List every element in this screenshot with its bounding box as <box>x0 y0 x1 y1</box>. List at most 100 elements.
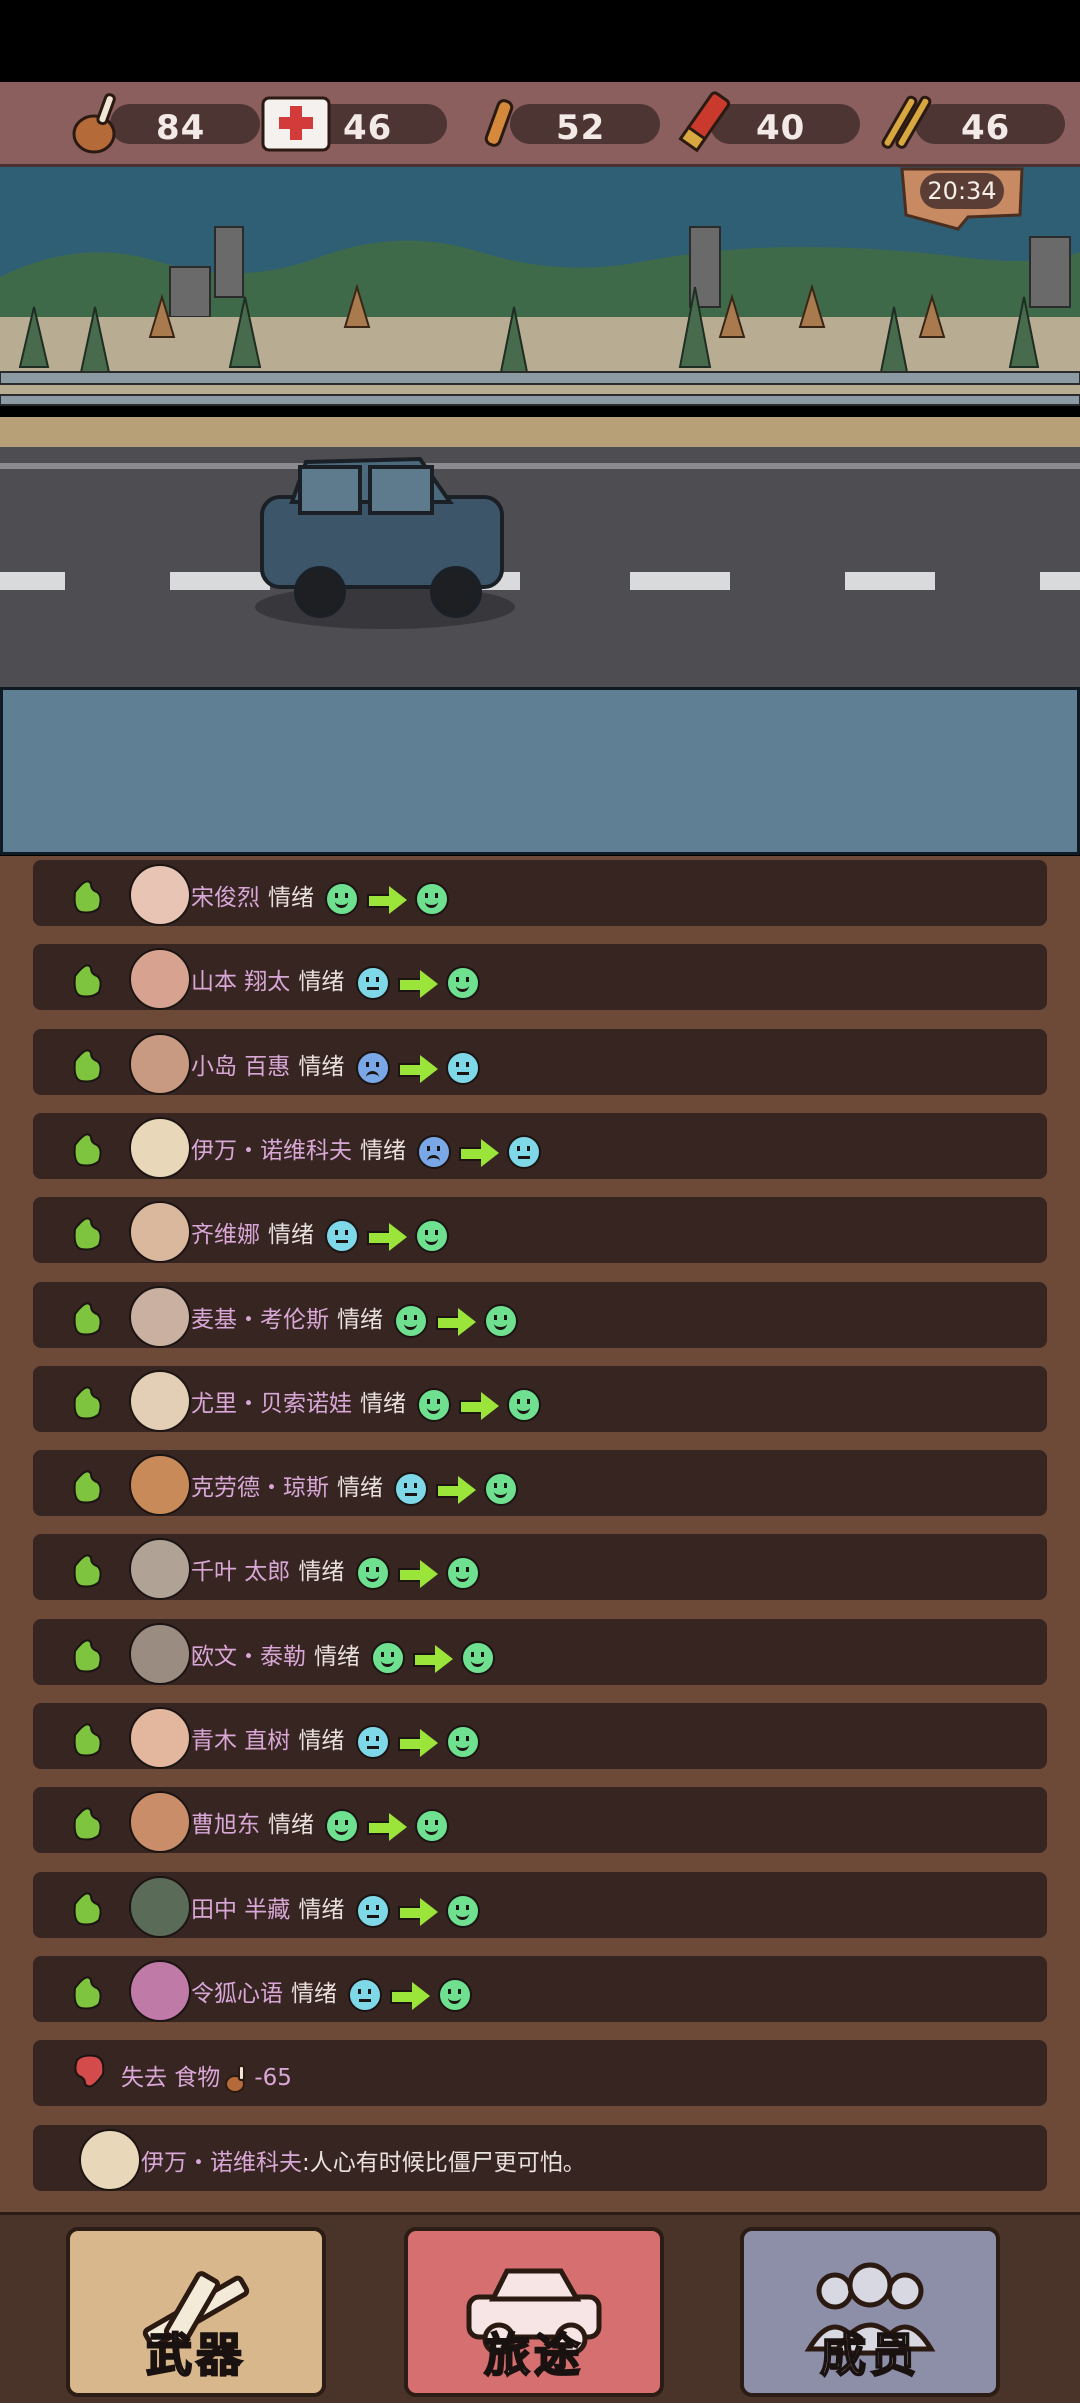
mood-word: 情绪 <box>268 1812 314 1838</box>
survivor-avatar <box>129 1876 191 1938</box>
arrow-right-icon <box>457 1390 501 1420</box>
arrow-right-icon <box>396 968 440 998</box>
rifle-ammo-icon <box>881 95 932 149</box>
food-value: 84 <box>156 108 206 148</box>
weapons-button[interactable]: 武器 <box>66 2227 326 2397</box>
mood-neutral-face-icon <box>355 1724 390 1759</box>
mood-happy-face-icon <box>325 881 360 916</box>
arrow-right-icon <box>388 1980 432 2010</box>
thumbs-up-icon <box>73 1217 102 1251</box>
survivor-name: 曹旭东 <box>191 1812 260 1838</box>
mood-happy-face-icon <box>484 1471 519 1506</box>
mood-neutral-face-icon <box>507 1134 542 1169</box>
mood-row: 田中 半藏 情绪 <box>33 1872 1047 1938</box>
mood-word: 情绪 <box>337 1475 383 1501</box>
survivor-avatar <box>79 2129 141 2191</box>
mood-word: 情绪 <box>298 969 345 995</box>
mood-happy-face-icon <box>484 1303 519 1338</box>
mood-row: 伊万・诺维科夫 情绪 <box>33 1113 1047 1179</box>
mood-happy-face-icon <box>445 1555 480 1590</box>
rifle-ammo-resource: 46 <box>875 82 1075 164</box>
mood-happy-face-icon <box>417 1387 452 1422</box>
water-strip <box>0 687 1080 855</box>
survivor-name: 齐维娜 <box>191 1222 260 1248</box>
thumbs-up-icon <box>73 1049 102 1083</box>
pistol-ammo-value: 52 <box>556 108 606 148</box>
mood-row: 尤里・贝索诺娃 情绪 <box>33 1366 1047 1432</box>
thumbs-up-icon <box>73 1976 102 2010</box>
survivor-avatar <box>129 1117 191 1179</box>
mood-word: 情绪 <box>268 1222 314 1248</box>
survivor-avatar <box>129 864 191 926</box>
mood-happy-face-icon <box>355 1555 390 1590</box>
thumbs-up-icon <box>73 1639 102 1673</box>
arrow-right-icon <box>434 1474 478 1504</box>
rifle-ammo-value: 46 <box>961 108 1011 148</box>
mood-neutral-face-icon <box>394 1471 429 1506</box>
travel-scene <box>0 167 1080 687</box>
quote-row: 伊万・诺维科夫:人心有时候比僵尸更可怕。 <box>33 2125 1047 2191</box>
road-scene-illustration <box>0 167 1080 687</box>
members-button[interactable]: 成员 <box>740 2227 1000 2397</box>
survivor-avatar <box>129 1286 191 1348</box>
mood-happy-face-icon <box>507 1387 542 1422</box>
survivor-name: 小岛 百惠 <box>191 1054 291 1080</box>
mood-happy-face-icon <box>394 1303 429 1338</box>
mood-row: 曹旭东 情绪 <box>33 1787 1047 1853</box>
drumstick-food-icon <box>72 93 116 154</box>
survivor-name: 青木 直树 <box>191 1728 291 1754</box>
mood-row: 麦基・考伦斯 情绪 <box>33 1282 1047 1348</box>
survivor-avatar <box>129 1623 191 1685</box>
thumbs-up-icon <box>73 1892 102 1926</box>
survivor-name: 山本 翔太 <box>191 969 291 995</box>
mood-happy-face-icon <box>325 1808 360 1843</box>
survivor-name: 克劳德・琼斯 <box>191 1475 329 1501</box>
survivor-name: 宋俊烈 <box>191 885 260 911</box>
arrow-right-icon <box>365 1221 409 1251</box>
mood-sad-face-icon <box>355 1050 390 1085</box>
mood-happy-face-icon <box>445 965 480 1000</box>
members-label: 成员 <box>819 2327 920 2383</box>
event-log[interactable]: 宋俊烈 情绪 山本 翔太 情绪 小岛 百惠 情绪 伊万・诺维科夫 情绪 齐维娜 情绪 麦基… <box>0 856 1080 2212</box>
loss-amount: -65 <box>254 2065 292 2091</box>
mood-word: 情绪 <box>268 885 314 911</box>
mood-word: 情绪 <box>298 1054 345 1080</box>
medkit-resource: 46 <box>257 82 457 164</box>
mood-neutral-face-icon <box>445 1050 480 1085</box>
survivor-avatar <box>129 1538 191 1600</box>
mood-word: 情绪 <box>337 1307 383 1333</box>
journey-label: 旅途 <box>483 2327 584 2383</box>
survivor-name: 千叶 太郎 <box>191 1559 291 1585</box>
survivor-name: 伊万・诺维科夫 <box>191 1138 352 1164</box>
arrow-right-icon <box>434 1306 478 1336</box>
mood-happy-face-icon <box>438 1977 473 2012</box>
mood-word: 情绪 <box>291 1981 337 2007</box>
mood-neutral-face-icon <box>348 1977 383 2012</box>
survivor-name: 尤里・贝索诺娃 <box>191 1391 352 1417</box>
thumbs-up-icon <box>73 1302 102 1336</box>
clock-time: 20:34 <box>920 173 1004 209</box>
quote-text: :人心有时候比僵尸更可怕。 <box>302 2150 586 2176</box>
mood-row: 山本 翔太 情绪 <box>33 944 1047 1010</box>
thumbs-down-icon <box>74 2054 105 2088</box>
survivor-avatar <box>129 1033 191 1095</box>
survivor-name: 田中 半藏 <box>191 1897 291 1923</box>
mood-happy-face-icon <box>445 1893 480 1928</box>
medkit-icon <box>261 96 331 152</box>
resource-bar: 84 46 52 40 46 <box>0 82 1080 167</box>
survivor-avatar <box>129 1960 191 2022</box>
shotgun-shell-icon <box>678 91 731 153</box>
mood-happy-face-icon <box>415 1218 450 1253</box>
pistol-ammo-icon <box>484 99 514 147</box>
journey-button[interactable]: 旅途 <box>404 2227 664 2397</box>
loss-label: 失去 食物 <box>121 2065 221 2091</box>
thumbs-up-icon <box>73 1807 102 1841</box>
weapons-label: 武器 <box>145 2327 246 2383</box>
thumbs-up-icon <box>73 1133 102 1167</box>
survivor-avatar <box>129 1791 191 1853</box>
game-clock: 20:34 <box>898 165 1026 231</box>
mood-happy-face-icon <box>461 1640 496 1675</box>
arrow-right-icon <box>396 1558 440 1588</box>
shotgun-shell-resource: 40 <box>670 82 870 164</box>
mood-word: 情绪 <box>360 1391 406 1417</box>
